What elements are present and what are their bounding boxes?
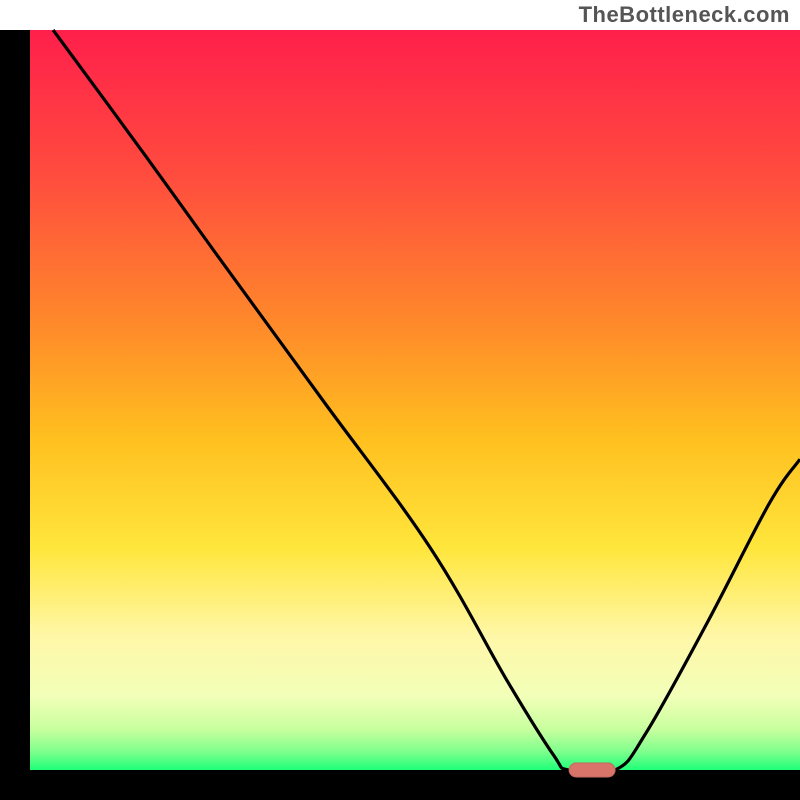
- plot-background: [30, 30, 800, 770]
- optimum-marker: [569, 763, 615, 777]
- chart-stage: TheBottleneck.com: [0, 0, 800, 800]
- bottleneck-chart: [0, 0, 800, 800]
- watermark-text: TheBottleneck.com: [579, 2, 790, 28]
